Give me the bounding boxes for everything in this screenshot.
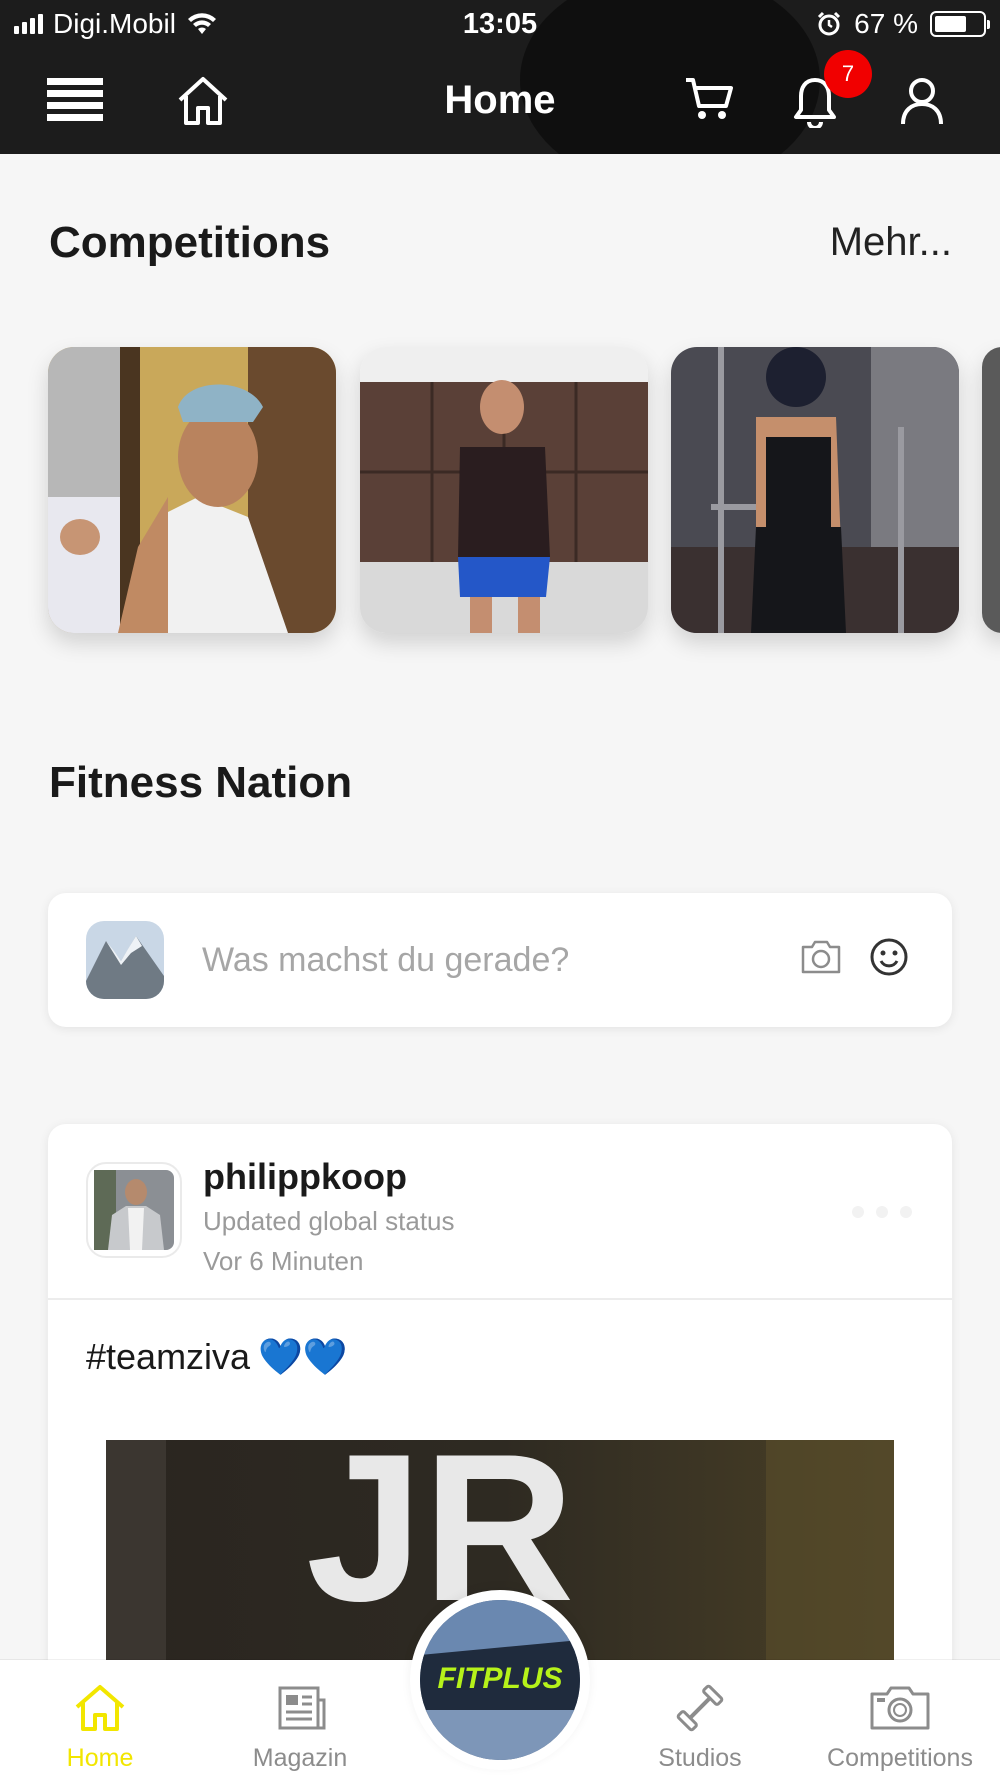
camera-icon	[801, 940, 841, 974]
menu-button[interactable]	[47, 76, 103, 122]
battery-icon	[930, 11, 990, 37]
tab-home-icon-wrap	[74, 1682, 126, 1734]
camera-button[interactable]	[800, 939, 842, 980]
status-composer	[48, 893, 952, 1027]
competition-photo-1	[48, 347, 336, 633]
post-username[interactable]: philippkoop	[203, 1156, 407, 1198]
competition-card-3[interactable]	[671, 347, 959, 633]
post-text: #teamziva 💙💙	[86, 1336, 348, 1378]
emoji-button[interactable]	[869, 937, 909, 982]
post-status-text: Updated global status	[203, 1206, 455, 1236]
post-hashtag[interactable]: #teamziva	[86, 1336, 250, 1378]
competition-card-2[interactable]	[360, 347, 648, 633]
notification-badge: 7	[824, 50, 872, 98]
camera-icon	[870, 1686, 930, 1730]
status-bar: Digi.Mobil 13:05 67 %	[0, 0, 1000, 50]
post-options-button[interactable]	[852, 1206, 912, 1218]
competitions-title: Competitions	[49, 218, 331, 267]
post-timestamp: Vor 6 Minuten	[203, 1246, 364, 1276]
tab-home[interactable]: Home	[0, 1660, 200, 1778]
competition-photo-2	[360, 347, 648, 633]
tab-magazin[interactable]: Magazin	[200, 1660, 400, 1778]
alarm-icon	[818, 11, 841, 36]
nav-bar: Home 7	[0, 50, 1000, 154]
header: Digi.Mobil 13:05 67 % Home 7	[0, 0, 1000, 154]
competitions-carousel[interactable]	[0, 347, 1000, 635]
tab-competitions-label: Competitions	[827, 1744, 973, 1772]
post-avatar[interactable]	[86, 1162, 182, 1258]
fitness-nation-title: Fitness Nation	[49, 758, 353, 807]
cart-icon	[686, 78, 733, 119]
tab-magazin-label: Magazin	[252, 1744, 348, 1772]
tab-competitions[interactable]: Competitions	[800, 1660, 1000, 1778]
status-right: 67 %	[816, 8, 990, 40]
home-icon	[75, 1685, 125, 1731]
menu-icon	[47, 78, 103, 121]
competitions-more-link[interactable]: Mehr...	[830, 220, 952, 265]
competition-photo-4	[982, 347, 1000, 633]
dumbbell-icon	[676, 1684, 724, 1732]
home-button[interactable]	[176, 76, 230, 126]
tab-magazin-icon-wrap	[274, 1682, 326, 1734]
studio-logo-text: FITPLUS	[438, 1662, 563, 1695]
tab-studios-label: Studios	[658, 1744, 742, 1772]
competition-photo-3	[671, 347, 959, 633]
competition-card-1[interactable]	[48, 347, 336, 633]
tab-studios[interactable]: Studios	[600, 1660, 800, 1778]
smiley-icon	[870, 938, 908, 976]
center-studio-button[interactable]: FITPLUS	[410, 1590, 590, 1770]
composer-avatar	[86, 921, 164, 999]
battery-percent: 67 %	[854, 8, 918, 39]
post-emoji: 💙💙	[258, 1336, 348, 1377]
user-icon	[901, 78, 943, 125]
profile-button[interactable]	[900, 76, 944, 126]
screen: Digi.Mobil 13:05 67 % Home 7 Competition…	[0, 0, 1000, 1778]
newspaper-icon	[278, 1686, 326, 1730]
studio-logo-photo: FITPLUS	[420, 1600, 580, 1760]
status-input[interactable]	[202, 933, 782, 987]
home-icon	[178, 77, 228, 125]
battery-level-fill	[935, 16, 966, 32]
tab-studios-icon-wrap	[674, 1682, 726, 1734]
competition-card-4-partial[interactable]	[982, 347, 1000, 633]
tab-home-label: Home	[66, 1744, 134, 1772]
cart-button[interactable]	[684, 76, 734, 122]
post-divider	[48, 1298, 952, 1300]
tab-competitions-icon-wrap	[869, 1682, 931, 1734]
